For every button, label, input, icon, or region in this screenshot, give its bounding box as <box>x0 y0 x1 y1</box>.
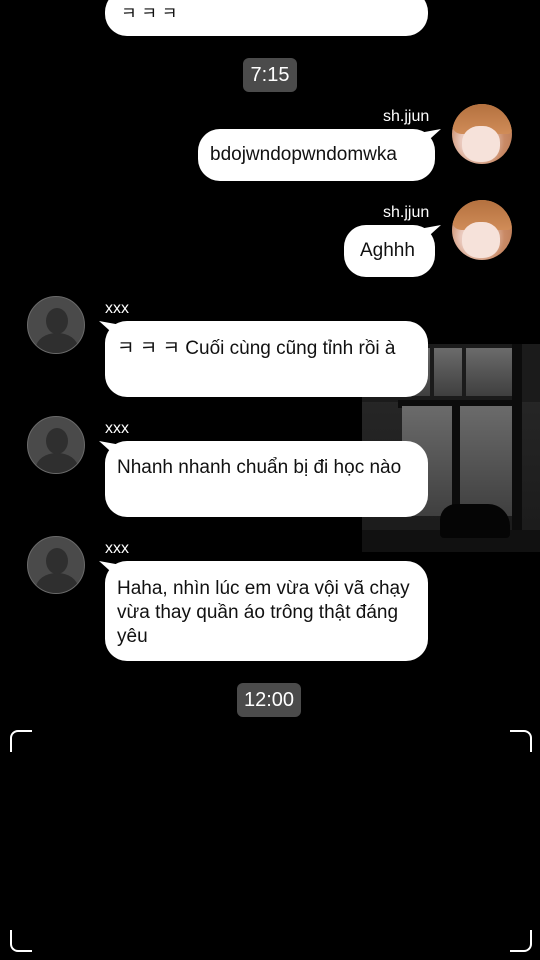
message-bubble-contact[interactable]: Haha, nhìn lúc em vừa vội vã chạy vừa th… <box>99 561 428 661</box>
sender-name: sh.jjun <box>383 204 430 221</box>
corner-bracket-bottom-left <box>10 930 32 952</box>
sender-name: sh.jjun <box>383 108 430 125</box>
self-avatar[interactable] <box>452 104 512 164</box>
corner-bracket-bottom-right <box>510 930 532 952</box>
timestamp-pill: 7:15 <box>243 58 297 92</box>
message-text: ㅋ ㅋ ㅋ Cuối cùng cũng tỉnh rồi à <box>117 338 396 359</box>
message-bubble-contact[interactable]: Nhanh nhanh chuẩn bị đi học nào <box>99 441 428 517</box>
self-avatar[interactable] <box>452 200 512 260</box>
contact-avatar[interactable] <box>27 296 85 354</box>
corner-bracket-top-right <box>510 730 532 752</box>
message-bubble-self[interactable]: bdojwndopwndomwka <box>198 129 441 181</box>
message-text: Aghhh <box>360 240 415 261</box>
sender-name: xxx <box>105 540 129 557</box>
message-text: ㅋ ㅋ ㅋ <box>121 4 178 23</box>
message-bubble-contact[interactable]: ㅋ ㅋ ㅋ Cuối cùng cũng tỉnh rồi à <box>99 321 428 397</box>
message-bubble-self[interactable]: Aghhh <box>344 225 441 277</box>
message-text: Haha, nhìn lúc em vừa vội vã chạy vừa th… <box>117 578 410 647</box>
message-text: bdojwndopwndomwka <box>210 144 397 165</box>
contact-avatar[interactable] <box>27 536 85 594</box>
corner-bracket-top-left <box>10 730 32 752</box>
message-text: Nhanh nhanh chuẩn bị đi học nào <box>117 457 402 478</box>
sender-name: xxx <box>105 300 129 317</box>
timestamp-pill: 12:00 <box>237 683 301 717</box>
message-bubble-partial: ㅋ ㅋ ㅋ <box>105 0 428 36</box>
sender-name: xxx <box>105 420 129 437</box>
contact-avatar[interactable] <box>27 416 85 474</box>
